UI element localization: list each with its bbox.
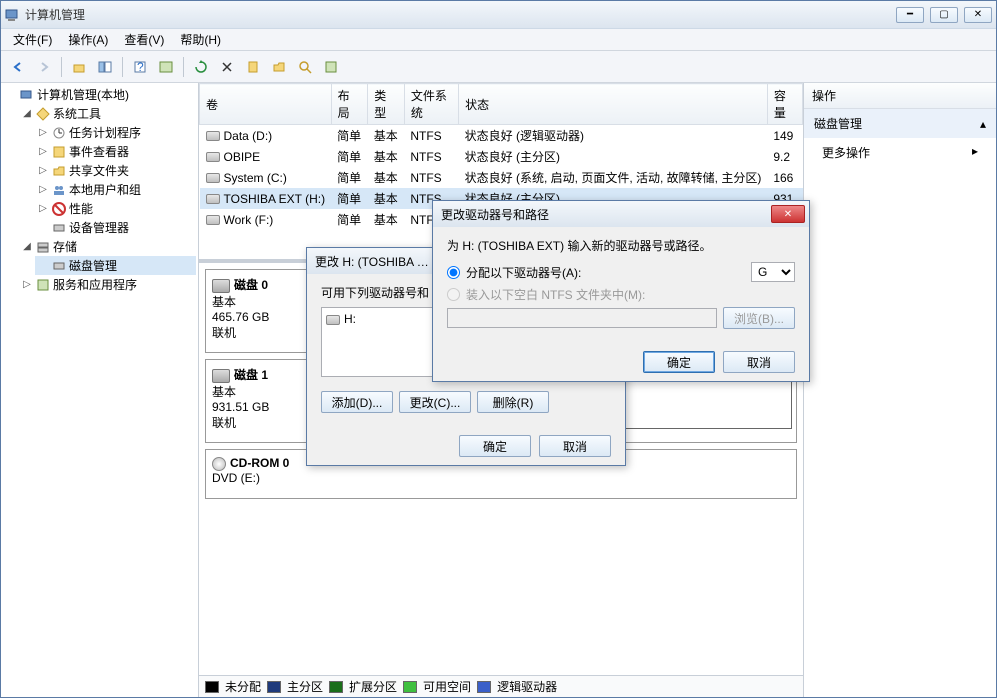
tree-pane: 计算机管理(本地) ◢系统工具 ▷任务计划程序 ▷事件查看器 ▷共享文件夹 ▷本…	[1, 83, 199, 697]
tree-system-tools[interactable]: ◢系统工具	[19, 104, 196, 123]
change-button[interactable]: 更改(C)...	[399, 391, 471, 413]
legend: 未分配 主分区 扩展分区 可用空间 逻辑驱动器	[199, 675, 803, 697]
up-button[interactable]	[68, 56, 90, 78]
col-fs[interactable]: 文件系统	[404, 84, 458, 125]
close-icon[interactable]: ✕	[771, 205, 805, 223]
action-more[interactable]: 更多操作 ▸	[804, 138, 996, 167]
dialog2-ok-button[interactable]: 确定	[643, 351, 715, 373]
collapse-icon: ▴	[980, 117, 986, 131]
dialog1-cancel-button[interactable]: 取消	[539, 435, 611, 457]
tree-services-apps[interactable]: ▷服务和应用程序	[19, 275, 196, 294]
back-button[interactable]	[7, 56, 29, 78]
remove-button[interactable]: 删除(R)	[477, 391, 549, 413]
app-icon	[5, 7, 21, 23]
properties-button[interactable]: ?	[129, 56, 151, 78]
delete-icon[interactable]	[216, 56, 238, 78]
menubar: 文件(F) 操作(A) 查看(V) 帮助(H)	[1, 29, 996, 51]
chevron-right-icon: ▸	[972, 144, 978, 161]
window-buttons: ━ ▢ ✕	[896, 7, 992, 23]
volume-icon	[206, 152, 220, 162]
dialog2-titlebar[interactable]: 更改驱动器号和路径 ✕	[433, 201, 809, 227]
volume-icon	[206, 215, 220, 225]
save-icon[interactable]	[320, 56, 342, 78]
volume-icon	[206, 131, 220, 141]
forward-button[interactable]	[33, 56, 55, 78]
tree-performance[interactable]: ▷性能	[35, 199, 196, 218]
window-title: 计算机管理	[25, 6, 896, 23]
drive-letter-select[interactable]: G	[751, 262, 795, 282]
volume-icon	[206, 194, 220, 204]
menu-action[interactable]: 操作(A)	[60, 29, 116, 50]
col-layout[interactable]: 布局	[331, 84, 368, 125]
actions-header: 操作	[804, 83, 996, 109]
volume-row[interactable]: OBIPE简单基本NTFS状态良好 (主分区)9.2	[200, 146, 803, 167]
actions-pane: 操作 磁盘管理 ▴ 更多操作 ▸	[804, 83, 996, 697]
settings-icon[interactable]	[242, 56, 264, 78]
volume-row[interactable]: System (C:)简单基本NTFS状态良好 (系统, 启动, 页面文件, 活…	[200, 167, 803, 188]
dialog1-ok-button[interactable]: 确定	[459, 435, 531, 457]
disk-icon	[212, 369, 230, 383]
svg-text:?: ?	[137, 60, 144, 74]
refresh-button[interactable]	[190, 56, 212, 78]
radio-mount-folder	[447, 288, 460, 301]
menu-view[interactable]: 查看(V)	[116, 29, 172, 50]
col-capacity[interactable]: 容量	[767, 84, 802, 125]
volume-row[interactable]: Data (D:)简单基本NTFS状态良好 (逻辑驱动器)149	[200, 125, 803, 147]
action-list-button[interactable]	[155, 56, 177, 78]
tree-storage[interactable]: ◢存储	[19, 237, 196, 256]
minimize-button[interactable]: ━	[896, 7, 924, 23]
assign-drive-letter-dialog: 更改驱动器号和路径 ✕ 为 H: (TOSHIBA EXT) 输入新的驱动器号或…	[432, 200, 810, 382]
col-volume[interactable]: 卷	[200, 84, 332, 125]
mount-path-input	[447, 308, 717, 328]
actions-section[interactable]: 磁盘管理 ▴	[804, 109, 996, 138]
tree-disk-management[interactable]: 磁盘管理	[35, 256, 196, 275]
close-button[interactable]: ✕	[964, 7, 992, 23]
menu-file[interactable]: 文件(F)	[5, 29, 60, 50]
tree-shared-folders[interactable]: ▷共享文件夹	[35, 161, 196, 180]
browse-button: 浏览(B)...	[723, 307, 795, 329]
search-icon[interactable]	[294, 56, 316, 78]
col-type[interactable]: 类型	[368, 84, 405, 125]
radio-assign-letter[interactable]	[447, 266, 460, 279]
dialog2-cancel-button[interactable]: 取消	[723, 351, 795, 373]
add-button[interactable]: 添加(D)...	[321, 391, 393, 413]
disk-icon	[212, 279, 230, 293]
tree-task-scheduler[interactable]: ▷任务计划程序	[35, 123, 196, 142]
menu-help[interactable]: 帮助(H)	[172, 29, 229, 50]
show-hide-tree-button[interactable]	[94, 56, 116, 78]
toolbar: ?	[1, 51, 996, 83]
volume-icon	[326, 315, 340, 325]
maximize-button[interactable]: ▢	[930, 7, 958, 23]
cdrom-icon	[212, 457, 226, 471]
tree-root[interactable]: 计算机管理(本地)	[3, 85, 196, 104]
tree-event-viewer[interactable]: ▷事件查看器	[35, 142, 196, 161]
tree-device-manager[interactable]: 设备管理器	[35, 218, 196, 237]
tree-local-users[interactable]: ▷本地用户和组	[35, 180, 196, 199]
col-status[interactable]: 状态	[459, 84, 768, 125]
open-icon[interactable]	[268, 56, 290, 78]
volume-icon	[206, 173, 220, 183]
titlebar: 计算机管理 ━ ▢ ✕	[1, 1, 996, 29]
